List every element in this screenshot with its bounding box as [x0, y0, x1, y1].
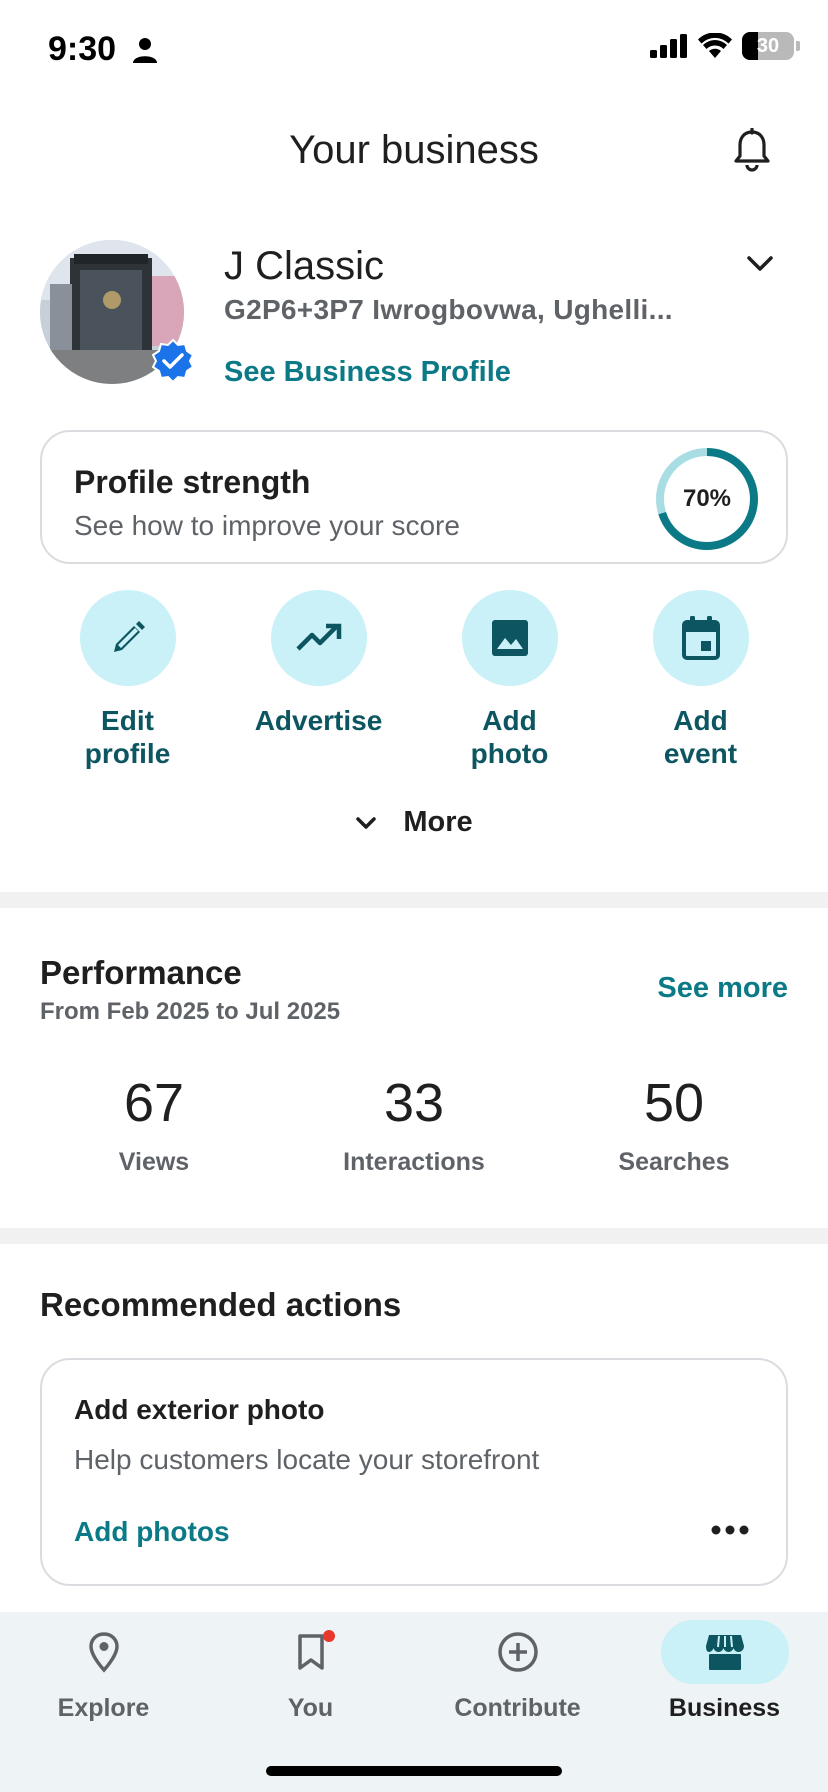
- person-icon: [133, 38, 157, 63]
- quick-actions: Edit profile Advertise Add photo Add eve…: [32, 590, 796, 770]
- edit-profile-circle: [79, 590, 176, 686]
- image-icon: [491, 620, 528, 656]
- more-button[interactable]: More: [0, 806, 828, 839]
- stat-searches-value: 50: [643, 1073, 705, 1133]
- stat-views-value: 67: [123, 1073, 185, 1133]
- bottom-navigation: Explore You Contribute Business: [0, 1612, 828, 1792]
- storefront-icon: [705, 1635, 744, 1670]
- status-indicators: 30: [650, 32, 800, 60]
- add-event-label-line1: Add: [673, 705, 728, 736]
- chevron-down-icon: [356, 817, 377, 830]
- battery-cap: [796, 41, 800, 51]
- edit-profile-label-line1: Edit: [101, 705, 154, 736]
- nav-explore-label: Explore: [57, 1694, 150, 1722]
- more-options-icon[interactable]: [710, 1524, 750, 1536]
- nav-you-icon-wrap: [247, 1620, 375, 1684]
- add-photo-button[interactable]: Add photo: [414, 590, 605, 770]
- section-divider: [0, 1228, 828, 1244]
- profile-strength-percent: 70%: [682, 485, 732, 512]
- more-label: More: [403, 806, 473, 838]
- nav-business[interactable]: Business: [621, 1612, 828, 1723]
- location-pin-icon: [88, 1632, 119, 1673]
- battery-icon: 30: [742, 32, 800, 60]
- nav-explore-icon-wrap: [40, 1620, 168, 1684]
- stat-interactions-label: Interactions: [343, 1148, 485, 1176]
- profile-strength-card[interactable]: Profile strength See how to improve your…: [40, 430, 788, 564]
- add-photo-label-line2: photo: [470, 738, 549, 769]
- stat-searches-label: Searches: [618, 1148, 730, 1176]
- edit-profile-button[interactable]: Edit profile: [32, 590, 223, 770]
- add-photo-label-line1: Add: [482, 705, 537, 736]
- advertise-label: Advertise: [254, 705, 383, 736]
- stat-interactions: 33 Interactions: [284, 1072, 544, 1177]
- stat-searches: 50 Searches: [544, 1072, 804, 1177]
- performance-title: Performance: [40, 954, 242, 991]
- page-title: Your business: [289, 128, 539, 172]
- nav-you[interactable]: You: [207, 1612, 414, 1723]
- home-indicator[interactable]: [266, 1766, 562, 1776]
- status-bar: 9:30 30: [0, 0, 828, 100]
- nav-explore[interactable]: Explore: [0, 1612, 207, 1723]
- add-event-label-line2: event: [663, 738, 738, 769]
- edit-profile-label-line2: profile: [84, 738, 171, 769]
- section-divider: [0, 892, 828, 908]
- add-photo-circle: [461, 590, 558, 686]
- recommended-card-subtitle: Help customers locate your storefront: [74, 1444, 540, 1475]
- bell-icon[interactable]: [732, 128, 772, 172]
- add-circle-icon: [497, 1632, 538, 1672]
- business-address: G2P6+3P7 Iwrogbovwa, Ughelli...: [224, 294, 673, 325]
- chevron-down-icon[interactable]: [744, 250, 776, 276]
- stat-views: 67 Views: [24, 1072, 284, 1177]
- recommended-action-card: Add exterior photo Help customers locate…: [40, 1358, 788, 1586]
- pencil-icon: [113, 621, 145, 652]
- advertise-button[interactable]: Advertise: [223, 590, 414, 737]
- nav-contribute-label: Contribute: [454, 1694, 581, 1722]
- add-event-button[interactable]: Add event: [605, 590, 796, 770]
- recommended-actions-title: Recommended actions: [40, 1286, 402, 1323]
- profile-strength-title: Profile strength: [74, 464, 311, 500]
- nav-business-icon-wrap: [660, 1620, 789, 1684]
- calendar-icon: [681, 616, 720, 660]
- bookmark-icon: [297, 1634, 324, 1670]
- wifi-icon: [698, 33, 732, 58]
- add-event-circle: [652, 590, 749, 686]
- add-photos-link[interactable]: Add photos: [74, 1516, 230, 1548]
- trending-up-icon: [295, 623, 341, 651]
- notification-badge: [322, 1630, 335, 1642]
- nav-contribute-icon-wrap: [454, 1620, 582, 1684]
- nav-contribute[interactable]: Contribute: [414, 1612, 621, 1723]
- stat-views-label: Views: [118, 1148, 190, 1176]
- advertise-circle: [270, 590, 367, 686]
- see-business-profile-link[interactable]: See Business Profile: [224, 356, 511, 389]
- battery-level: 30: [756, 35, 780, 57]
- business-name: J Classic: [224, 244, 385, 288]
- see-more-link[interactable]: See more: [657, 972, 788, 1005]
- status-time: 9:30: [48, 30, 117, 68]
- recommended-card-title: Add exterior photo: [74, 1394, 325, 1425]
- signal-icon: [650, 34, 687, 58]
- nav-business-label: Business: [668, 1694, 781, 1722]
- nav-you-label: You: [287, 1694, 334, 1722]
- performance-range: From Feb 2025 to Jul 2025: [40, 998, 341, 1025]
- verified-badge-icon: [151, 338, 195, 384]
- profile-strength-subtitle: See how to improve your score: [74, 510, 460, 541]
- stat-interactions-value: 33: [383, 1073, 445, 1133]
